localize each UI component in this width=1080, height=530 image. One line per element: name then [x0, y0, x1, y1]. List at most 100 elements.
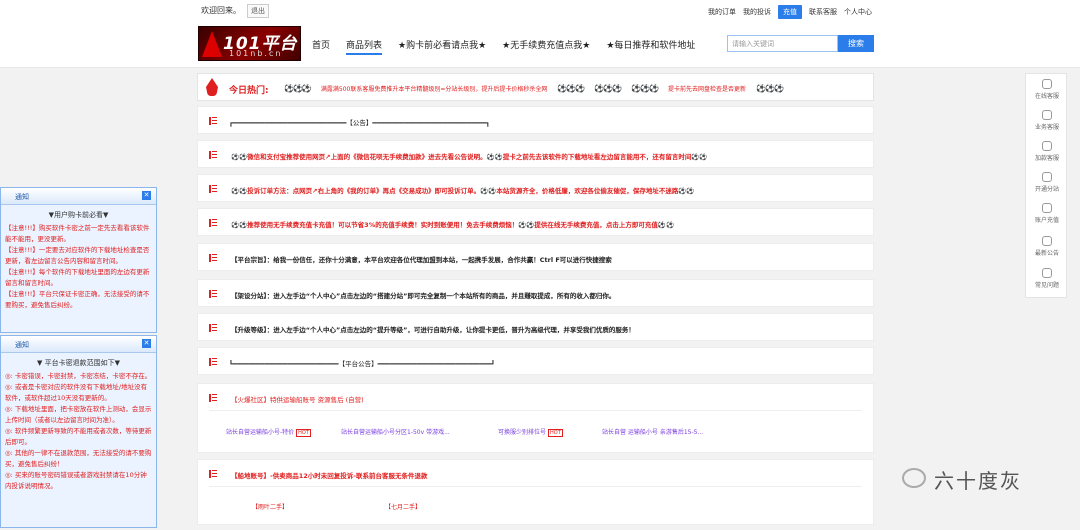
list-icon	[209, 358, 217, 366]
logout-button[interactable]: 退出	[247, 4, 269, 18]
sidebar-account-recharge[interactable]: 账户充值	[1026, 203, 1068, 224]
divider	[209, 410, 862, 411]
site-logo[interactable]: 101平台 101nb.cn	[198, 26, 301, 61]
category-title[interactable]: 【火爆社区】特供运输船账号 资源售后 (自营)	[231, 394, 364, 404]
list-icon	[209, 470, 217, 478]
logo-mark-icon	[202, 31, 222, 57]
category-panel: 【火爆社区】特供运输船账号 资源售后 (自营) 站长自营运输船小号-特价 HOT …	[197, 383, 874, 453]
product-link[interactable]: 站长自营运输船小号分区1-50v 带游戏...	[341, 427, 450, 436]
nav-must-read[interactable]: ★购卡前必看请点我★	[398, 38, 486, 55]
list-icon	[209, 151, 217, 159]
ball-icons: ⚽⚽⚽	[631, 84, 659, 93]
hot-items: ⚽⚽⚽ 满露满500联系客服免费推升本平台精髓级别=分站长级别，提升后提卡价格秒…	[284, 84, 784, 93]
top-strip: 欢迎回来。 退出 我的订单 我的投诉 充值 联系客服 个人中心	[0, 0, 1080, 20]
product-link[interactable]: 站长自营运输船小号-特价 HOT	[226, 427, 311, 437]
row-text: 【升级等级】：进入左手边“个人中心”点击左边的“提升等级”，可进行自助升级，让你…	[231, 326, 635, 334]
header: 101平台 101nb.cn 首页 商品列表 ★购卡前必看请点我★ ★无手续费充…	[0, 20, 1080, 68]
announcement-row: ⚽⚽投诉订单方法：点网页↗右上角的《我的订单》再点《交易成功》即可投诉订单。⚽⚽…	[197, 174, 874, 202]
sidebar-faq[interactable]: 常见问题	[1026, 268, 1068, 289]
hot-tag: HOT	[296, 429, 311, 437]
search-button[interactable]: 搜索	[838, 35, 874, 52]
announcement-row: 【架设分站】：进入左手边“个人中心”点击左边的“搭建分站”即可完全复制一个本站所…	[197, 279, 874, 307]
list-icon	[209, 254, 217, 262]
hot-label: 今日热门:	[229, 86, 269, 96]
notice-title: 通知	[15, 341, 29, 349]
my-orders-link[interactable]: 我的订单	[708, 7, 736, 17]
sidebar-business-support[interactable]: 业务客服	[1026, 110, 1068, 131]
grid-icon	[1042, 236, 1052, 246]
notice-header: 通知 ✕	[1, 188, 156, 205]
contact-support-link[interactable]: 联系客服	[809, 7, 837, 17]
notice-line: 【注意!!!】购买软件卡密之前一定先去看看该软件能不能用，更没更新。	[5, 224, 150, 243]
nav-home[interactable]: 首页	[312, 38, 330, 55]
close-icon[interactable]: ✕	[142, 339, 151, 348]
notice-line: 【注意!!!】一定要去对应软件的下载地址检查是否更新，看左边留言公告内容和留言时…	[5, 246, 150, 265]
ball-icons: ⚽⚽⚽	[756, 84, 784, 93]
hot-item[interactable]: 满露满500联系客服免费推升本平台精髓级别=分站长级别，提升后提卡价格秒杀全网	[321, 84, 547, 93]
sidebar-open-substation[interactable]: 开通分站	[1026, 172, 1068, 193]
list-icon	[209, 394, 217, 402]
notice-line: ◎: 卡密错误，卡密封禁，卡密冻结，卡密不存在。	[5, 372, 152, 380]
ball-icons: ⚽⚽⚽	[594, 84, 622, 93]
my-complaints-link[interactable]: 我的投诉	[743, 7, 771, 17]
notice-line: ◎: 买来的账号密码错误或者游戏封禁请在10分钟内投诉说明情况。	[5, 471, 147, 490]
platform-announce-header: ┗━━━━━━━━━━━━━━━━━━━━━━━━━━━【平台公告】━━━━━━…	[229, 360, 495, 368]
announce-header: ┏━━━━━━━━━━━━━━━━━━━━━━━━━━━━━【公告】━━━━━━…	[229, 119, 490, 127]
search-input[interactable]: 请输入关键词	[727, 35, 838, 52]
notice-title: 通知	[15, 193, 29, 201]
row-text: ⚽⚽推荐使用无手续费充值卡充值！可以节省3%的充值手续费！实时到账便用！免去手续…	[231, 221, 675, 229]
row-text: ⚽⚽微信和支付宝推荐使用网页↗上面的《微信花呗无手续费加款》进去先看公告说明。⚽…	[231, 153, 708, 161]
headset-icon	[1042, 141, 1052, 151]
list-icon	[209, 117, 217, 125]
row-text: 【平台宗旨】：给我一份信任，还你十分满意，本平台欢迎各位代理加盟到本站，一起携手…	[231, 256, 612, 264]
notice-line: ◎: 或者是卡密对应的软件没有下载地址/地址没有软件，或软件超过10天没有更新的…	[5, 383, 148, 402]
nav-free-recharge[interactable]: ★无手续费充值点我★	[502, 38, 590, 55]
list-icon	[209, 185, 217, 193]
category-title[interactable]: 【船地账号】-供卖商品12小时未回复投诉-联系前台客服无条件退款	[231, 470, 427, 480]
list-icon	[209, 219, 217, 227]
announcement-row: 【升级等级】：进入左手边“个人中心”点击左边的“提升等级”，可进行自助升级，让你…	[197, 313, 874, 341]
close-icon[interactable]: ✕	[142, 191, 151, 200]
product-link[interactable]: 【七月二手】	[385, 502, 421, 511]
sidebar-funding-support[interactable]: 加款客服	[1026, 141, 1068, 162]
monitor-icon	[1042, 172, 1052, 182]
nav-product-list[interactable]: 商品列表	[346, 38, 383, 55]
notice-header: 通知 ✕	[1, 336, 156, 353]
notice-box: 通知 ✕ ▼用户购卡前必看▼ 【注意!!!】购买软件卡密之前一定先去看看该软件能…	[0, 187, 157, 333]
notice-body: 【注意!!!】购买软件卡密之前一定先去看看该软件能不能用，更没更新。 【注意!!…	[1, 220, 156, 314]
notice-line: ◎: 下载地址里面，把卡密放在软件上测动，会显示上传时间（或者以左边留言时间为准…	[5, 405, 152, 424]
fire-icon	[206, 78, 218, 96]
wechat-icon	[902, 468, 926, 488]
welcome-text: 欢迎回来。	[201, 6, 241, 15]
product-link[interactable]: 可换服少别排位号 HOT	[498, 427, 563, 437]
list-icon	[209, 290, 217, 298]
ball-icons: ⚽⚽⚽	[557, 84, 585, 93]
recharge-button[interactable]: 充值	[778, 5, 802, 19]
category-panel: 【船地账号】-供卖商品12小时未回复投诉-联系前台客服无条件退款 【雨叶二手】 …	[197, 459, 874, 525]
announcement-row: ⚽⚽微信和支付宝推荐使用网页↗上面的《微信花呗无手续费加款》进去先看公告说明。⚽…	[197, 140, 874, 168]
notice-line: 【注意!!!】每个软件的下载地址里面的左边有更新留言和留言时间。	[5, 268, 150, 287]
sidebar-online-support[interactable]: 在线客服	[1026, 79, 1068, 100]
document-icon	[1042, 268, 1052, 278]
list-icon	[209, 324, 217, 332]
row-text: ⚽⚽投诉订单方法：点网页↗右上角的《我的订单》再点《交易成功》即可投诉订单。⚽⚽…	[231, 187, 695, 195]
headset-icon	[1042, 79, 1052, 89]
notice-box: 通知 ✕ ▼ 平台卡密退款范围如下▼ ◎: 卡密错误，卡密封禁，卡密冻结，卡密不…	[0, 335, 157, 528]
hot-tag: HOT	[548, 429, 563, 437]
main-nav: 首页 商品列表 ★购卡前必看请点我★ ★无手续费充值点我★ ★每日推荐和软件地址	[312, 38, 711, 55]
product-link[interactable]: 站长自营 运输船小号 亲游售后15-5...	[602, 427, 703, 436]
product-link[interactable]: 【雨叶二手】	[252, 502, 288, 511]
user-center-link[interactable]: 个人中心	[844, 7, 872, 17]
ball-icons: ⚽⚽⚽	[284, 84, 312, 93]
headset-icon	[1042, 110, 1052, 120]
divider	[209, 486, 862, 487]
notice-line: ◎: 其他的一律不在退款范围，无法接受的请不要购买，避免售后纠纷！	[5, 449, 152, 468]
watermark: 六十度灰	[902, 462, 1080, 502]
sidebar-latest-notice[interactable]: 最新公告	[1026, 236, 1068, 257]
wallet-icon	[1042, 203, 1052, 213]
hot-item[interactable]: 提卡前先去网盘检查是否更新	[668, 84, 746, 93]
nav-daily-recommend[interactable]: ★每日推荐和软件地址	[606, 38, 695, 55]
announcement-row: 【平台宗旨】：给我一份信任，还你十分满意，本平台欢迎各位代理加盟到本站，一起携手…	[197, 243, 874, 271]
watermark-text: 六十度灰	[934, 469, 1022, 493]
notice-body: ◎: 卡密错误，卡密封禁，卡密冻结，卡密不存在。 ◎: 或者是卡密对应的软件没有…	[1, 368, 156, 495]
